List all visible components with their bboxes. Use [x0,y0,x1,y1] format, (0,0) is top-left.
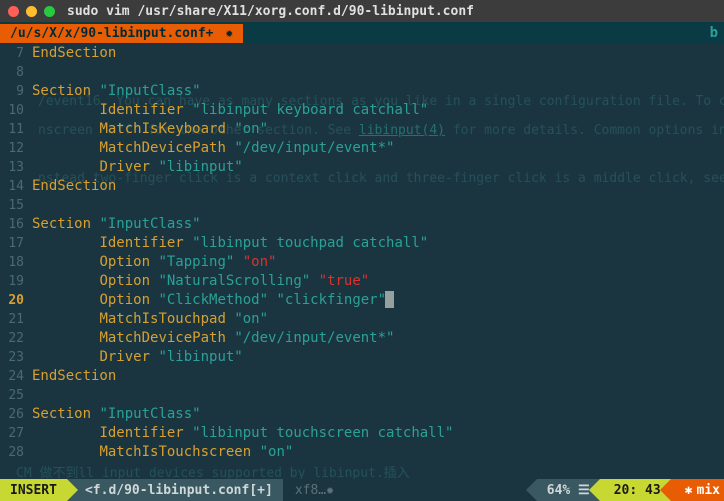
status-bar: INSERT <f.d/90-libinput.conf[+] xf8…✹ 64… [0,479,724,501]
code-line[interactable]: 28 MatchIsTouchscreen "on" [0,443,724,462]
ghost-text: CM 做不到ll input devices supported by libi… [16,462,410,479]
line-number: 24 [0,367,32,386]
line-content: Driver "libinput" [32,348,243,367]
tab-modified-icon: ✹ [225,26,233,41]
file-path: <f.d/90-libinput.conf[+] [67,479,283,501]
line-content: MatchDevicePath "/dev/input/event*" [32,139,394,158]
line-content: Option "NaturalScrolling" "true" [32,272,369,291]
cursor [385,291,394,308]
minimize-button[interactable] [26,6,37,17]
editor-area[interactable]: /event16. You can have as many sections … [0,44,724,479]
tab-current[interactable]: /u/s/X/x/90-libinput.conf+ ✹ [0,24,243,43]
code-line[interactable]: 26Section "InputClass" [0,405,724,424]
line-number: 28 [0,443,32,462]
code-content[interactable]: 7EndSection89Section "InputClass"10 Iden… [0,44,724,462]
code-line[interactable]: 12 MatchDevicePath "/dev/input/event*" [0,139,724,158]
line-content: EndSection [32,177,116,196]
line-content: Driver "libinput" [32,158,243,177]
code-line[interactable]: 23 Driver "libinput" [0,348,724,367]
code-line[interactable]: 11 MatchIsKeyboard "on" [0,120,724,139]
line-number: 22 [0,329,32,348]
star-icon: ✱ [685,483,693,498]
tab-bar: /u/s/X/x/90-libinput.conf+ ✹ b [0,22,724,44]
tab-label: /u/s/X/x/90-libinput.conf+ [10,26,214,41]
line-content: EndSection [32,367,116,386]
line-content: MatchIsTouchscreen "on" [32,443,293,462]
line-number: 12 [0,139,32,158]
line-content: MatchDevicePath "/dev/input/event*" [32,329,394,348]
line-content: Section "InputClass" [32,405,201,424]
line-number: 20 [0,291,32,310]
code-line[interactable]: 19 Option "NaturalScrolling" "true" [0,272,724,291]
line-number: 26 [0,405,32,424]
line-content: Identifier "libinput touchpad catchall" [32,234,428,253]
encoding-indicator: xf8…✹ [283,479,537,501]
line-number: 7 [0,44,32,63]
code-line[interactable]: 9Section "InputClass" [0,82,724,101]
line-number: 8 [0,63,32,82]
traffic-lights [8,6,55,17]
line-number: 17 [0,234,32,253]
line-content: MatchIsTouchpad "on" [32,310,268,329]
code-line[interactable]: 22 MatchDevicePath "/dev/input/event*" [0,329,724,348]
line-content: Option "Tapping" "on" [32,253,276,272]
code-line[interactable]: 8 [0,63,724,82]
line-number: 9 [0,82,32,101]
code-line[interactable]: 27 Identifier "libinput touchscreen catc… [0,424,724,443]
buffer-indicator: b [704,25,724,41]
code-line[interactable]: 24EndSection [0,367,724,386]
line-number: 16 [0,215,32,234]
line-number: 11 [0,120,32,139]
window-titlebar: sudo vim /usr/share/X11/xorg.conf.d/90-l… [0,0,724,22]
code-line[interactable]: 13 Driver "libinput" [0,158,724,177]
code-line[interactable]: 7EndSection [0,44,724,63]
line-content: Option "ClickMethod" "clickfinger" [32,291,394,310]
mode-indicator: INSERT [0,479,67,501]
line-number: 21 [0,310,32,329]
line-number: 19 [0,272,32,291]
line-number: 23 [0,348,32,367]
line-number: 27 [0,424,32,443]
code-line[interactable]: 20 Option "ClickMethod" "clickfinger" [0,291,724,310]
code-line[interactable]: 21 MatchIsTouchpad "on" [0,310,724,329]
line-content: EndSection [32,44,116,63]
code-line[interactable]: 18 Option "Tapping" "on" [0,253,724,272]
code-line[interactable]: 17 Identifier "libinput touchpad catchal… [0,234,724,253]
line-content: Identifier "libinput keyboard catchall" [32,101,428,120]
line-number: 18 [0,253,32,272]
line-number: 15 [0,196,32,215]
code-line[interactable]: 10 Identifier "libinput keyboard catchal… [0,101,724,120]
line-content: Identifier "libinput touchscreen catchal… [32,424,453,443]
maximize-button[interactable] [44,6,55,17]
line-content: Section "InputClass" [32,215,201,234]
trailing-indicator: ✱mix [671,479,724,501]
code-line[interactable]: 16Section "InputClass" [0,215,724,234]
line-number: 13 [0,158,32,177]
code-line[interactable]: 14EndSection [0,177,724,196]
line-content: MatchIsKeyboard "on" [32,120,268,139]
line-number: 25 [0,386,32,405]
window-title: sudo vim /usr/share/X11/xorg.conf.d/90-l… [67,4,474,19]
code-line[interactable]: 15 [0,196,724,215]
line-number: 14 [0,177,32,196]
code-line[interactable]: 25 [0,386,724,405]
line-content: Section "InputClass" [32,82,201,101]
line-number: 10 [0,101,32,120]
close-button[interactable] [8,6,19,17]
